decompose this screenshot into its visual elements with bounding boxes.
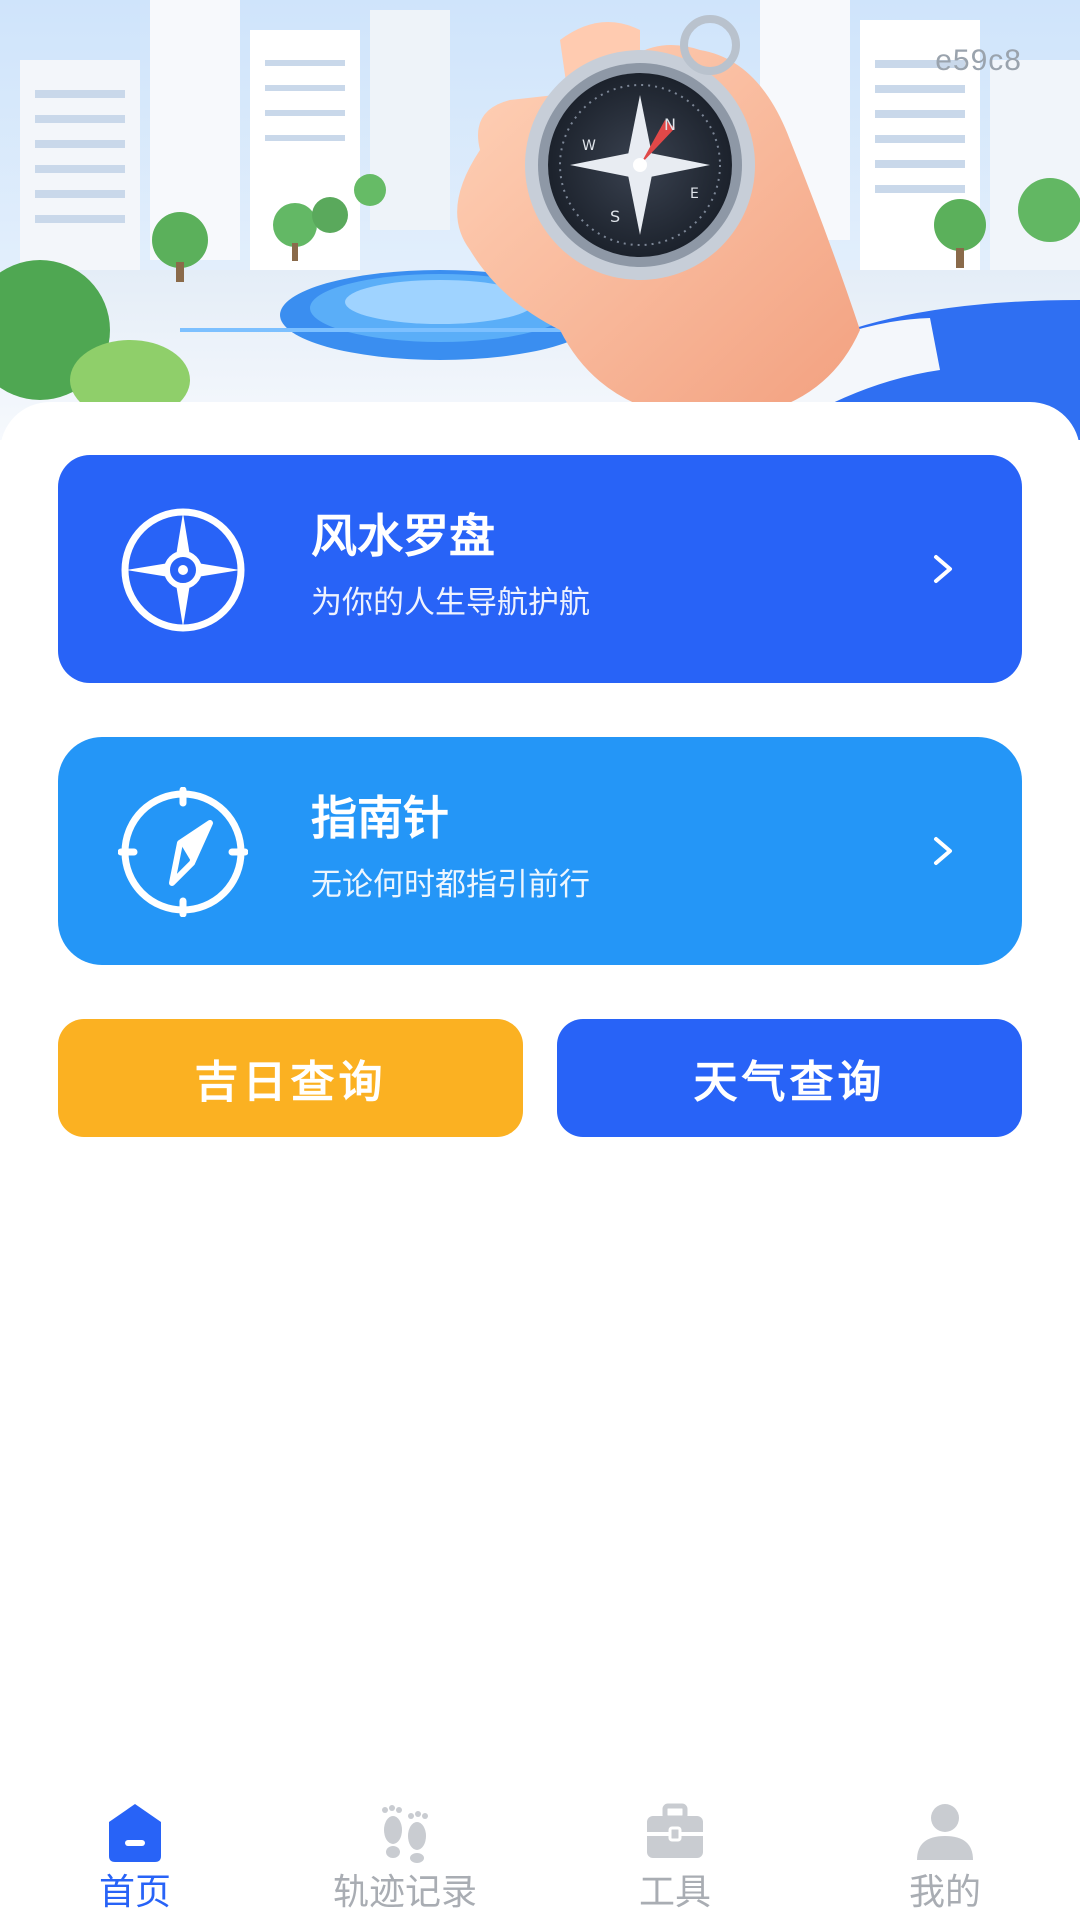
tab-track-record-label: 轨迹记录 [332,1872,477,1913]
fengshui-card-subtitle: 为你的人生导航护航 [311,585,590,621]
svg-text:N: N [664,115,676,134]
hero-banner: N E S W e59c8 [0,0,1080,440]
svg-text:E: E [690,186,699,202]
footprints-icon [382,1805,428,1863]
fengshui-compass-card[interactable]: 风水罗盘 为你的人生导航护航 [58,455,1022,683]
toolbox-icon [647,1803,703,1858]
fengshui-card-title: 风水罗盘 [311,509,495,563]
hero-illustration: N E S W [0,0,1080,440]
tab-track-record[interactable]: 轨迹记录 [270,1780,540,1920]
bottom-tab-bar: 首页 轨迹记录 工具 我的 [0,1780,1080,1920]
compass-card-title: 指南针 [311,791,449,845]
home-icon [109,1804,161,1862]
auspicious-day-query-button[interactable]: 吉日查询 [58,1019,523,1137]
compass-card[interactable]: 指南针 无论何时都指引前行 [58,737,1022,965]
tab-home[interactable]: 首页 [0,1780,270,1920]
hero-code-label: e59c8 [935,44,1022,77]
home-screen: N E S W e59c8 风水罗盘 为你的人生导航护航 指南针 无论何时都指引… [0,0,1080,1920]
compass-card-subtitle: 无论何时都指引前行 [311,867,590,903]
tab-mine-label: 我的 [908,1872,981,1913]
chevron-right-icon [934,837,952,865]
tab-tools[interactable]: 工具 [540,1780,810,1920]
tab-home-label: 首页 [98,1872,171,1913]
tab-mine[interactable]: 我的 [810,1780,1080,1920]
chevron-right-icon [934,555,952,583]
user-icon [917,1804,973,1860]
svg-text:W: W [582,138,596,154]
tab-tools-label: 工具 [638,1872,711,1913]
compass-rose-icon [121,508,245,632]
weather-query-button[interactable]: 天气查询 [557,1019,1022,1137]
compass-needle-icon [118,787,248,917]
svg-text:S: S [610,207,620,226]
